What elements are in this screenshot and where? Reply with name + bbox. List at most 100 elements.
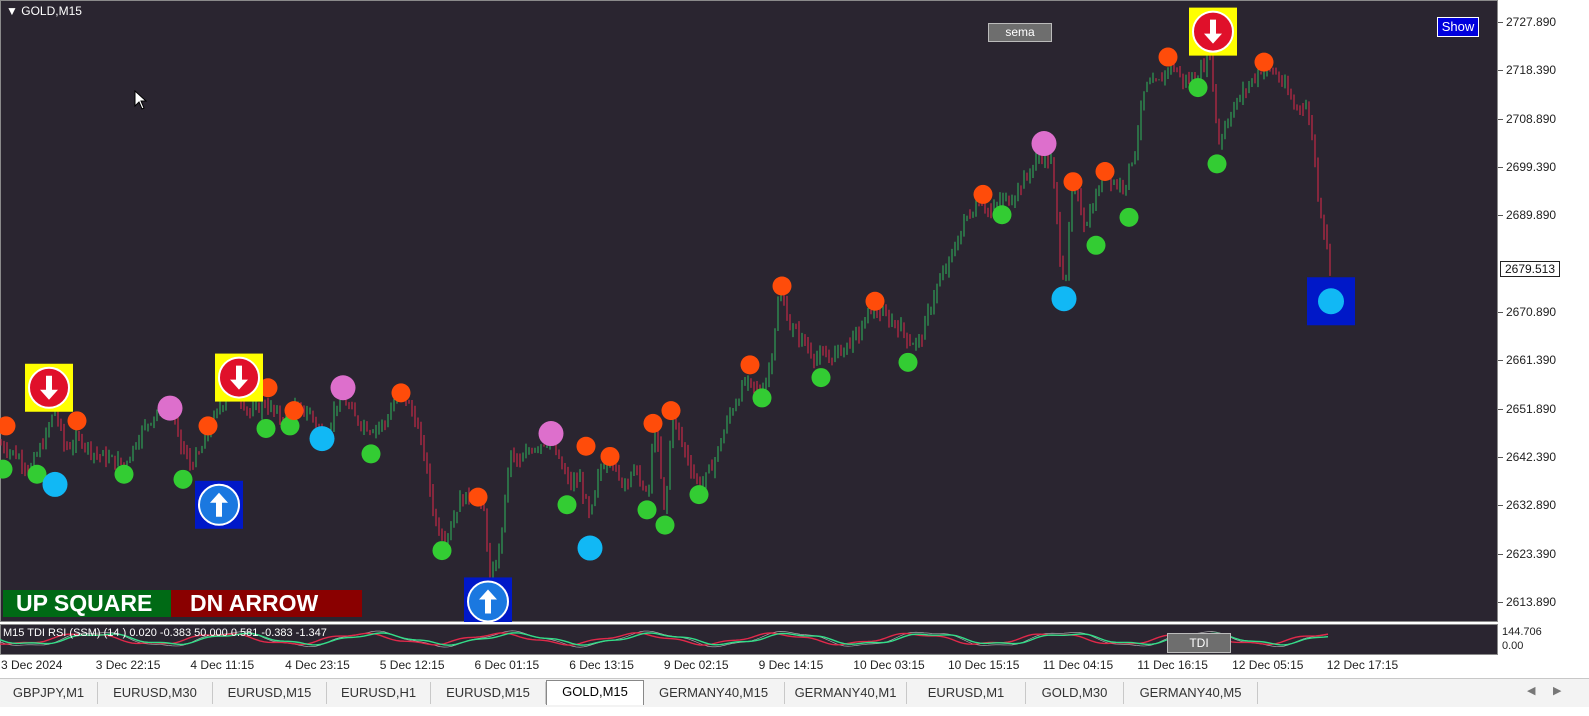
price-tick xyxy=(1498,553,1503,555)
sema-button[interactable]: sema xyxy=(988,23,1052,42)
price-tick xyxy=(1498,70,1503,72)
signal-dot-green xyxy=(689,485,709,505)
tdi-button[interactable]: TDI xyxy=(1167,633,1231,653)
price-tick xyxy=(1498,215,1503,217)
chart-tab[interactable]: EURUSD,H1 xyxy=(327,682,431,704)
sell-arrow-signal-icon xyxy=(25,363,73,412)
time-label: 12 Dec 17:15 xyxy=(1326,658,1399,672)
price-label: 2689.890 xyxy=(1506,208,1557,223)
price-label: 2718.390 xyxy=(1506,63,1557,78)
chart-tab[interactable]: EURUSD,M15 xyxy=(213,682,327,704)
chart-tab[interactable]: GBPJPY,M1 xyxy=(0,682,98,704)
time-label: 11 Dec 16:15 xyxy=(1137,658,1208,672)
time-label: 3 Dec 22:15 xyxy=(95,658,161,672)
price-tick xyxy=(1498,360,1503,362)
signal-dot-green xyxy=(637,500,657,520)
signal-dot-orange xyxy=(772,276,792,296)
tab-scroll-right-icon[interactable]: ▶ xyxy=(1553,684,1561,697)
signal-dot-green xyxy=(811,368,831,388)
time-label: 4 Dec 11:15 xyxy=(190,658,255,672)
price-tick xyxy=(1498,22,1503,23)
signal-dot-green xyxy=(1119,207,1139,227)
symbol-text: GOLD,M15 xyxy=(21,4,82,18)
time-label: 4 Dec 23:15 xyxy=(285,658,350,672)
chart-tab[interactable]: GERMANY40,M15 xyxy=(643,682,785,704)
signal-dot-green xyxy=(898,352,918,372)
signal-dot-orange xyxy=(1254,52,1274,72)
signal-dot-orange xyxy=(600,446,620,466)
price-label: 2670.890 xyxy=(1506,305,1557,319)
signal-dot-green xyxy=(0,459,13,479)
time-label: 10 Dec 03:15 xyxy=(853,658,925,672)
price-tick xyxy=(1498,602,1503,603)
signal-dot-green xyxy=(361,444,381,464)
signal-dot-pink xyxy=(538,421,564,447)
buy-arrow-signal-icon xyxy=(464,577,512,622)
time-label: 5 Dec 12:15 xyxy=(379,658,445,672)
price-tick xyxy=(1498,167,1503,168)
chart-tab[interactable]: GOLD,M15 xyxy=(546,680,644,705)
chart-tab[interactable]: GOLD,M30 xyxy=(1026,682,1124,704)
signal-dot-orange xyxy=(67,411,87,431)
signal-dot-orange xyxy=(865,291,885,311)
signal-dot-orange xyxy=(198,416,218,436)
time-label: 6 Dec 01:15 xyxy=(474,658,540,672)
price-label: 2708.890 xyxy=(1506,111,1557,126)
price-label: 2613.890 xyxy=(1506,595,1557,609)
signal-dot-orange xyxy=(0,416,16,436)
show-button[interactable]: Show xyxy=(1437,17,1479,37)
price-chart-canvas xyxy=(0,7,1355,622)
sell-arrow-signal-icon xyxy=(1189,7,1237,56)
signal-dot-pink xyxy=(1031,131,1057,157)
signal-dot-orange xyxy=(468,487,488,507)
tab-scroll-left-icon[interactable]: ◀ xyxy=(1527,684,1535,697)
price-label: 2661.390 xyxy=(1506,353,1557,368)
mouse-cursor-icon xyxy=(134,89,148,115)
indicator-scale-top: 144.706 xyxy=(1502,626,1542,638)
signal-dot-cyan xyxy=(309,426,335,452)
price-tick xyxy=(1498,312,1503,313)
time-label: 6 Dec 13:15 xyxy=(569,658,634,672)
signal-dot-green xyxy=(992,205,1012,225)
dropdown-triangle-icon[interactable]: ▼ xyxy=(6,4,18,18)
price-tick xyxy=(1498,408,1503,410)
signal-dot-cyan xyxy=(577,535,603,561)
indicator-label: M15 TDI RSI (SSM) (14 ) 0.020 -0.383 50.… xyxy=(3,627,327,639)
price-label: 2623.390 xyxy=(1506,546,1557,561)
chart-tab[interactable]: GERMANY40,M5 xyxy=(1124,682,1258,704)
time-label: 3 Dec 2024 xyxy=(1,658,63,672)
buy-arrow-signal-icon xyxy=(195,480,243,529)
chart-tab[interactable]: EURUSD,M15 xyxy=(431,682,546,704)
chart-tab[interactable]: GERMANY40,M1 xyxy=(785,682,907,704)
chart-tab[interactable]: EURUSD,M30 xyxy=(98,682,213,704)
signal-dot-orange xyxy=(973,184,993,204)
chart-tab[interactable]: EURUSD,M1 xyxy=(907,682,1026,704)
signal-dot-green xyxy=(1188,78,1208,98)
signal-dot-orange xyxy=(391,383,411,403)
price-tick xyxy=(1498,457,1503,458)
indicator-scale-bottom: 0.00 xyxy=(1502,640,1524,652)
signal-dot-orange xyxy=(740,355,760,375)
signal-dot-green xyxy=(1207,154,1227,174)
price-label: 2632.890 xyxy=(1506,498,1557,513)
current-price-label: 2679.513 xyxy=(1500,261,1560,277)
signal-dot-green xyxy=(752,388,772,408)
chart-symbol-label[interactable]: ▼ GOLD,M15 xyxy=(6,4,82,18)
signal-dot-green xyxy=(1086,235,1106,255)
time-label: 9 Dec 14:15 xyxy=(758,658,824,672)
signal-dot-green xyxy=(173,469,193,489)
signal-dot-cyan xyxy=(42,471,68,497)
signal-dot-green xyxy=(114,464,134,484)
signal-dot-orange xyxy=(661,401,681,421)
signal-dot-green xyxy=(655,515,675,535)
signal-dot-orange xyxy=(1158,47,1178,67)
price-label: 2651.890 xyxy=(1506,401,1557,416)
signal-dot-cyan xyxy=(1051,286,1077,312)
sell-arrow-signal-icon xyxy=(215,353,263,402)
signal-dot-orange xyxy=(643,413,663,433)
signal-dot-orange xyxy=(1095,162,1115,182)
signal-dot-green xyxy=(256,418,276,438)
signal-dot-orange xyxy=(576,436,596,456)
signal-dot-orange xyxy=(284,401,304,421)
price-label: 2642.390 xyxy=(1506,450,1557,464)
